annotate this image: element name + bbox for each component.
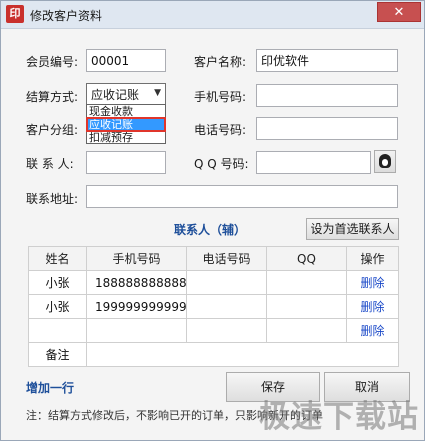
phone-field[interactable] (256, 117, 398, 140)
mobile-label: 手机号码: (194, 90, 247, 104)
settlement-option-prepaid[interactable]: 扣减预存 (87, 131, 165, 144)
remark-cell[interactable] (86, 342, 399, 367)
delete-row-link[interactable]: 删除 (360, 324, 384, 338)
edit-customer-window: 印 修改客户资料 ✕ 会员编号: 客户名称: 结算方式: 应收记账 ▼ 手机号码… (0, 0, 425, 441)
delete-row-cell: 删除 (346, 294, 399, 319)
mobile-field[interactable] (256, 84, 398, 107)
table-row: 删除 (28, 318, 399, 343)
contact-phone-cell[interactable] (186, 294, 267, 319)
qq-lookup-button[interactable] (374, 150, 396, 173)
delete-row-cell: 删除 (346, 318, 399, 343)
delete-row-link[interactable]: 删除 (360, 276, 384, 290)
watermark-text: 极速下载站 (259, 399, 419, 435)
contact-phone-cell[interactable] (186, 270, 267, 295)
contact-label: 联 系 人: (26, 157, 74, 171)
group-label: 客户分组: (26, 123, 79, 137)
window-title: 修改客户资料 (30, 9, 103, 23)
settlement-select-value: 应收记账 (91, 88, 140, 102)
table-row: 小张 188888888888 删除 (28, 270, 399, 295)
member-no-label: 会员编号: (26, 55, 79, 69)
column-header-name: 姓名 (28, 246, 87, 271)
contact-name-cell[interactable]: 小张 (28, 270, 87, 295)
delete-row-cell: 删除 (346, 270, 399, 295)
customer-name-field[interactable] (256, 49, 398, 72)
close-button[interactable]: ✕ (377, 2, 421, 22)
contact-field[interactable] (86, 151, 166, 174)
remark-row: 备注 (28, 342, 399, 367)
column-header-qq: QQ (266, 246, 347, 271)
settlement-option-cash[interactable]: 现金收款 (87, 105, 165, 118)
table-row: 小张 199999999999 删除 (28, 294, 399, 319)
settlement-select[interactable]: 应收记账 ▼ (86, 83, 166, 105)
contact-mobile-cell[interactable] (86, 318, 187, 343)
address-field[interactable] (86, 185, 398, 208)
add-row-link[interactable]: 增加一行 (26, 379, 74, 396)
chevron-down-icon: ▼ (154, 88, 161, 98)
qq-penguin-icon (379, 154, 391, 168)
qq-label: Q Q 号码: (194, 157, 249, 171)
delete-row-link[interactable]: 删除 (360, 300, 384, 314)
contacts-section-title: 联系人（辅） (174, 223, 247, 237)
contact-name-cell[interactable]: 小张 (28, 294, 87, 319)
contact-mobile-cell[interactable]: 188888888888 (86, 270, 187, 295)
contacts-table: 姓名 手机号码 电话号码 QQ 操作 小张 188888888888 删除 小张… (28, 246, 399, 367)
contact-qq-cell[interactable] (266, 294, 347, 319)
contact-qq-cell[interactable] (266, 270, 347, 295)
title-bar: 印 修改客户资料 ✕ (1, 1, 424, 29)
contact-phone-cell[interactable] (186, 318, 267, 343)
settlement-dropdown-list: 现金收款 应收记账 扣减预存 (86, 104, 166, 144)
address-label: 联系地址: (26, 192, 79, 206)
settlement-label: 结算方式: (26, 90, 79, 104)
remark-label: 备注 (28, 342, 87, 367)
contact-qq-cell[interactable] (266, 318, 347, 343)
contact-name-cell[interactable] (28, 318, 87, 343)
phone-label: 电话号码: (194, 123, 247, 137)
contact-mobile-cell[interactable]: 199999999999 (86, 294, 187, 319)
column-header-mobile: 手机号码 (86, 246, 187, 271)
set-primary-contact-button[interactable]: 设为首选联系人 (306, 218, 399, 240)
app-logo-icon: 印 (6, 5, 24, 23)
settlement-option-receivable[interactable]: 应收记账 (86, 117, 166, 132)
member-no-field[interactable] (86, 49, 166, 72)
column-header-phone: 电话号码 (186, 246, 267, 271)
column-header-action: 操作 (346, 246, 399, 271)
contacts-header-row: 姓名 手机号码 电话号码 QQ 操作 (28, 246, 399, 271)
customer-name-label: 客户名称: (194, 55, 247, 69)
qq-field[interactable] (256, 151, 371, 174)
